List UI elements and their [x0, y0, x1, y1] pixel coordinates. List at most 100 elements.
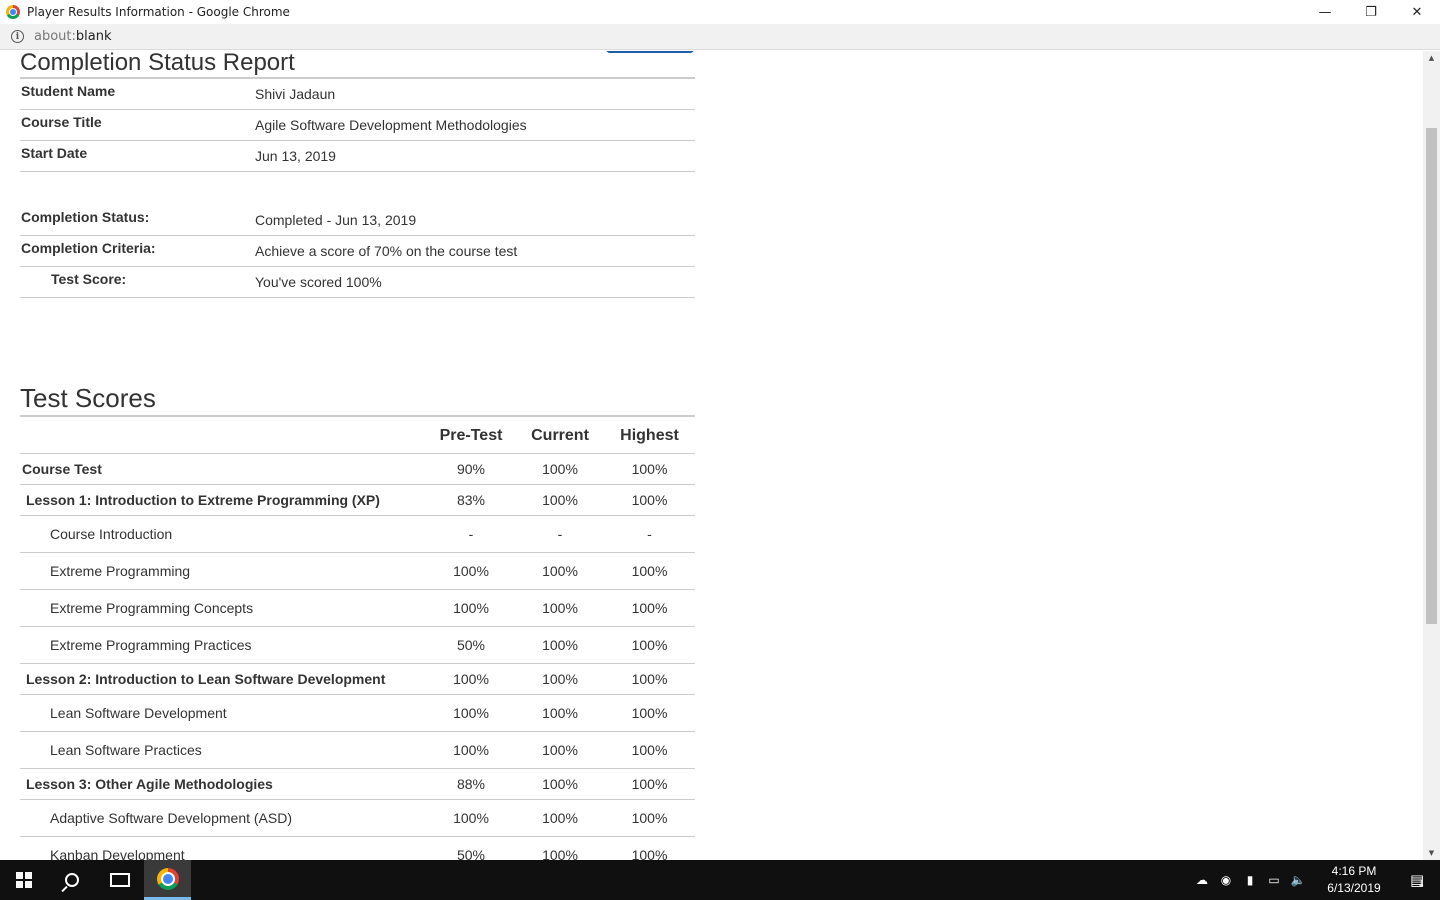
chrome-taskbar-button[interactable] [144, 860, 191, 900]
score-highest: 100% [604, 798, 695, 836]
score-pre-test: 100% [426, 693, 516, 731]
table-row: Lean Software Practices 100% 100% 100% [20, 730, 695, 768]
score-current: 100% [516, 730, 604, 768]
score-current: - [516, 514, 604, 552]
page-viewport: Completion Status Report Student Name Shi… [0, 51, 1440, 860]
score-name: Lean Software Development [20, 693, 426, 731]
detail-row: Completion Status: Completed - Jun 13, 20… [20, 205, 695, 236]
student-details: Student Name Shivi Jadaun Course Title Agil… [20, 79, 695, 172]
table-row: Lesson 2: Introduction to Lean Software … [20, 662, 695, 694]
completion-details: Completion Status: Completed - Jun 13, 20… [20, 205, 695, 298]
score-current: 100% [516, 588, 604, 626]
cloud-icon[interactable]: ☁ [1190, 860, 1214, 900]
column-header-current: Current [531, 427, 589, 445]
score-current: 100% [516, 625, 604, 663]
score-pre-test: - [426, 514, 516, 552]
detail-value: Jun 13, 2019 [255, 148, 336, 164]
top-button-edge[interactable] [606, 51, 694, 53]
window-title: Player Results Information - Google Chro… [27, 5, 290, 19]
score-pre-test: 50% [426, 625, 516, 663]
task-view-icon [110, 873, 130, 887]
detail-row: Completion Criteria: Achieve a score of 7… [20, 236, 695, 267]
search-button[interactable] [48, 860, 96, 900]
score-current: 100% [516, 452, 604, 484]
table-row: Lesson 3: Other Agile Methodologies 88% 10… [20, 767, 695, 799]
test-scores-title: Test Scores [20, 378, 695, 417]
score-highest: 100% [604, 483, 695, 515]
score-pre-test: 100% [426, 662, 516, 694]
score-current: 100% [516, 767, 604, 799]
vertical-scrollbar[interactable]: ▲ ▼ [1423, 51, 1440, 860]
score-current: 100% [516, 693, 604, 731]
score-pre-test: 100% [426, 798, 516, 836]
table-row: Lesson 1: Introduction to Extreme Progra… [20, 483, 695, 515]
score-name: Extreme Programming [20, 551, 426, 589]
detail-value: Achieve a score of 70% on the course tes… [255, 243, 518, 259]
search-icon [65, 873, 79, 887]
chrome-icon [156, 867, 179, 890]
score-rows: Course Test 90% 100% 100% Lesson 1: Introduc… [20, 452, 695, 860]
column-header-pre-test: Pre-Test [439, 427, 503, 445]
tray-icons: ☁ ◉ ▮ ▭ 🔈 [1190, 860, 1310, 900]
window-title-bar: Player Results Information - Google Chro… [0, 0, 1440, 24]
table-row: Kanban Development 50% 100% 100% [20, 835, 695, 860]
notification-center-button[interactable]: ▤ 1 [1394, 860, 1440, 900]
table-row: Adaptive Software Development (ASD) 100% 1… [20, 798, 695, 836]
maximize-button[interactable]: ❐ [1348, 0, 1394, 24]
score-highest: - [604, 514, 695, 552]
site-info-icon[interactable]: i [11, 30, 24, 43]
task-view-button[interactable] [96, 860, 144, 900]
table-row: Course Test 90% 100% 100% [20, 452, 695, 484]
table-header-row: Pre-Test Current Highest [20, 417, 695, 453]
shield-icon[interactable]: ▮ [1238, 860, 1262, 900]
score-pre-test: 100% [426, 588, 516, 626]
clock-date: 6/13/2019 [1327, 881, 1381, 895]
clock[interactable]: 4:16 PM 6/13/2019 [1314, 863, 1394, 897]
score-highest: 100% [604, 835, 695, 860]
score-current: 100% [516, 551, 604, 589]
score-highest: 100% [604, 625, 695, 663]
start-button[interactable] [0, 860, 48, 900]
detail-label: Completion Status: [21, 209, 150, 225]
detail-label: Test Score: [51, 271, 127, 287]
score-name: Lean Software Practices [20, 730, 426, 768]
score-name: Kanban Development [20, 835, 426, 860]
detail-row: Start Date Jun 13, 2019 [20, 141, 695, 172]
score-name: Course Test [20, 452, 426, 484]
score-current: 100% [516, 798, 604, 836]
table-row: Extreme Programming 100% 100% 100% [20, 551, 695, 589]
detail-row: Course Title Agile Software Development M… [20, 110, 695, 141]
address-bar[interactable]: i about:blank [0, 24, 1440, 50]
score-highest: 100% [604, 588, 695, 626]
network-icon[interactable]: ▭ [1262, 860, 1286, 900]
scroll-up-icon[interactable]: ▲ [1423, 51, 1440, 65]
page-title: Completion Status Report [20, 51, 695, 79]
url-text[interactable]: about:blank [34, 29, 112, 44]
volume-icon[interactable]: 🔈 [1286, 860, 1310, 900]
clock-time: 4:16 PM [1331, 864, 1377, 878]
close-button[interactable]: ✕ [1394, 0, 1440, 24]
scroll-down-icon[interactable]: ▼ [1423, 846, 1440, 860]
score-name: Extreme Programming Practices [20, 625, 426, 663]
score-highest: 100% [604, 452, 695, 484]
table-row: Extreme Programming Practices 50% 100% 100% [20, 625, 695, 663]
system-tray: ☁ ◉ ▮ ▭ 🔈 4:16 PM 6/13/2019 ▤ 1 [1190, 860, 1440, 900]
notification-count: 1 [1418, 879, 1424, 889]
detail-label: Course Title [21, 114, 102, 130]
minimize-button[interactable]: — [1302, 0, 1348, 24]
table-row: Lean Software Development 100% 100% 100% [20, 693, 695, 731]
detail-label: Student Name [21, 83, 116, 99]
detail-row: Student Name Shivi Jadaun [20, 79, 695, 110]
score-pre-test: 83% [426, 483, 516, 515]
detail-value: You've scored 100% [255, 274, 382, 290]
score-highest: 100% [604, 767, 695, 799]
test-scores-table: Pre-Test Current Highest Course Test 90% 1… [20, 417, 695, 860]
score-current: 100% [516, 835, 604, 860]
report-content: Completion Status Report Student Name Shi… [20, 51, 695, 860]
score-pre-test: 90% [426, 452, 516, 484]
windows-logo-icon [16, 872, 32, 888]
windows-taskbar: ☁ ◉ ▮ ▭ 🔈 4:16 PM 6/13/2019 ▤ 1 [0, 860, 1440, 900]
score-highest: 100% [604, 662, 695, 694]
scroll-thumb[interactable] [1426, 128, 1437, 624]
globe-icon[interactable]: ◉ [1214, 860, 1238, 900]
